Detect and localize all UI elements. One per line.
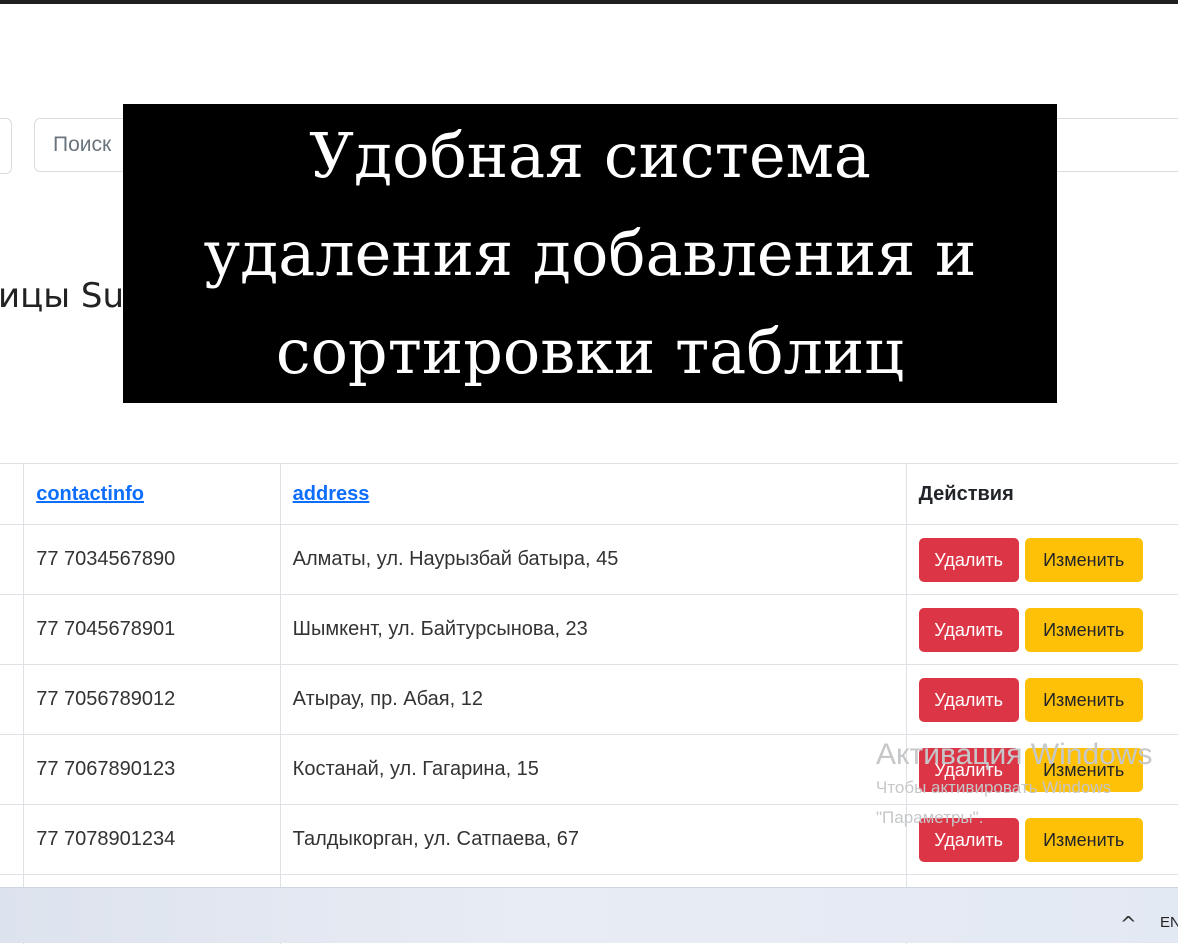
cell-hidden: [0, 665, 24, 735]
filter-select[interactable]: [0, 118, 12, 174]
cell-contactinfo: 77 7056789012: [24, 665, 280, 735]
cell-actions: УдалитьИзменить: [906, 735, 1178, 805]
cell-hidden: [0, 805, 24, 875]
edit-button[interactable]: Изменить: [1025, 818, 1143, 862]
promo-caption-line: Удобная система: [309, 107, 871, 205]
cell-hidden: [0, 595, 24, 665]
cell-hidden: [0, 735, 24, 805]
edit-button[interactable]: Изменить: [1025, 678, 1143, 722]
cell-address: Атырау, пр. Абая, 12: [280, 665, 906, 735]
table-row: 77 7045678901 Шымкент, ул. Байтурсынова,…: [0, 595, 1178, 665]
cell-contactinfo: 77 7034567890: [24, 525, 280, 595]
table-header-row: contactinfo address Действия: [0, 464, 1178, 525]
table-row: 77 7034567890 Алматы, ул. Наурызбай баты…: [0, 525, 1178, 595]
table-row: 77 7056789012 Атырау, пр. Абая, 12 Удали…: [0, 665, 1178, 735]
tray-chevron-up-icon[interactable]: ^: [1120, 912, 1137, 936]
header-address: address: [280, 464, 906, 525]
cell-actions: УдалитьИзменить: [906, 525, 1178, 595]
cell-address: Алматы, ул. Наурызбай батыра, 45: [280, 525, 906, 595]
table-row: 77 7078901234 Талдыкорган, ул. Сатпаева,…: [0, 805, 1178, 875]
header-actions: Действия: [906, 464, 1178, 525]
sort-link-address[interactable]: address: [293, 483, 370, 505]
windows-taskbar: [0, 887, 1178, 943]
data-table-container: contactinfo address Действия 77 70345678…: [0, 463, 1178, 944]
cell-address: Костанай, ул. Гагарина, 15: [280, 735, 906, 805]
cell-contactinfo: 77 7078901234: [24, 805, 280, 875]
tray-language-indicator[interactable]: EN: [1160, 914, 1178, 931]
sort-link-contactinfo[interactable]: contactinfo: [36, 483, 144, 505]
window-top-border: [0, 0, 1178, 4]
cell-address: Шымкент, ул. Байтурсынова, 23: [280, 595, 906, 665]
cell-actions: УдалитьИзменить: [906, 595, 1178, 665]
edit-button[interactable]: Изменить: [1025, 748, 1143, 792]
cell-hidden: [0, 525, 24, 595]
promo-caption-overlay: Удобная система удаления добавления и со…: [123, 104, 1057, 403]
page-title: ицы Su: [0, 276, 124, 316]
promo-caption-line: удаления добавления и: [204, 205, 977, 303]
header-contactinfo: contactinfo: [24, 464, 280, 525]
cell-actions: УдалитьИзменить: [906, 805, 1178, 875]
cell-contactinfo: 77 7067890123: [24, 735, 280, 805]
delete-button[interactable]: Удалить: [919, 678, 1019, 722]
delete-button[interactable]: Удалить: [919, 608, 1019, 652]
cell-address: Талдыкорган, ул. Сатпаева, 67: [280, 805, 906, 875]
cell-contactinfo: 77 7045678901: [24, 595, 280, 665]
delete-button[interactable]: Удалить: [919, 538, 1019, 582]
cell-actions: УдалитьИзменить: [906, 665, 1178, 735]
header-cell-hidden: [0, 464, 24, 525]
edit-button[interactable]: Изменить: [1025, 608, 1143, 652]
data-table: contactinfo address Действия 77 70345678…: [0, 463, 1178, 944]
promo-caption-line: сортировки таблиц: [276, 303, 904, 401]
table-row: 77 7067890123 Костанай, ул. Гагарина, 15…: [0, 735, 1178, 805]
edit-button[interactable]: Изменить: [1025, 538, 1143, 582]
delete-button[interactable]: Удалить: [919, 748, 1019, 792]
delete-button[interactable]: Удалить: [919, 818, 1019, 862]
